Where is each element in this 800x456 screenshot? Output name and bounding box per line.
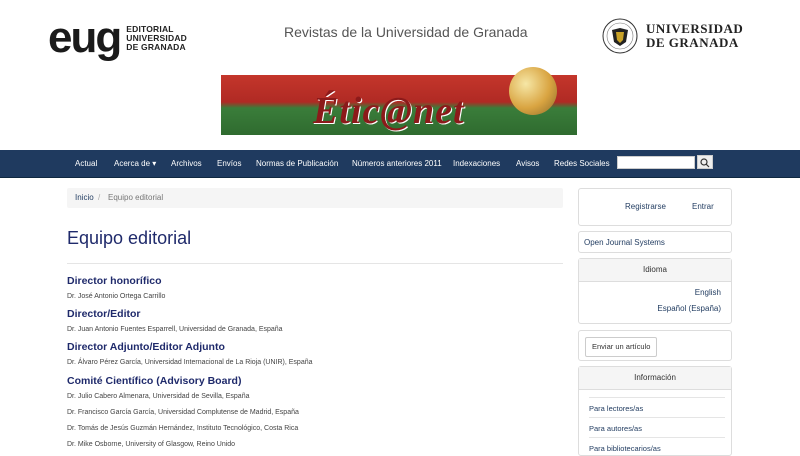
language-spanish-link[interactable]: Español (España) [657,304,721,313]
breadcrumb: Inicio / Equipo editorial [67,188,563,208]
search-button[interactable] [697,155,713,169]
info-link-readers[interactable]: Para lectores/as [589,397,725,413]
globe-icon [509,67,557,115]
section-heading: Director/Editor [67,308,141,320]
banner-title: Étic@net [313,90,465,132]
site-title: Revistas de la Universidad de Granada [284,24,528,40]
member-item: Dr. José Antonio Ortega Carrillo [67,293,166,300]
eug-logo-text: EDITORIAL UNIVERSIDAD DE GRANADA [126,23,187,52]
submit-block: Enviar un artículo [578,330,732,361]
nav-item-actual[interactable]: Actual [75,150,97,177]
breadcrumb-home[interactable]: Inicio [75,188,94,208]
member-item: Dr. Tomás de Jesús Guzmán Hernández, Ins… [67,425,299,432]
nav-item-numeros[interactable]: Números anteriores 2011 [352,150,442,177]
nav-item-indexaciones[interactable]: Indexaciones [453,150,500,177]
member-item: Dr. Julio Cabero Almenara, Universidad d… [67,393,250,400]
member-item: Dr. Juan Antonio Fuentes Esparrell, Univ… [67,326,283,333]
member-item: Dr. Álvaro Pérez García, Universidad Int… [67,359,313,366]
language-block-title: Idioma [579,259,731,282]
language-english-link[interactable]: English [695,288,721,297]
section-heading: Director honorífico [67,275,162,287]
ugr-seal-icon [602,18,638,54]
breadcrumb-current: Equipo editorial [108,193,164,202]
nav-item-avisos[interactable]: Avisos [516,150,539,177]
page-title: Equipo editorial [67,228,192,248]
main-navbar: Actual Acerca de ▾ Archivos Envíos Norma… [0,150,800,178]
title-divider [67,263,563,264]
breadcrumb-separator: / [98,193,101,202]
info-block: Información Para lectores/as Para autore… [578,366,732,456]
ugr-logo[interactable]: UNIVERSIDAD DE GRANADA [602,18,743,54]
nav-item-acerca[interactable]: Acerca de ▾ [114,150,156,177]
ugr-logo-text: UNIVERSIDAD DE GRANADA [646,21,744,50]
eug-logo-mark: eug [48,13,122,62]
journal-banner[interactable]: Étic@net [221,67,581,139]
search-input[interactable] [617,156,695,169]
member-item: Dr. Mike Osborne, University of Glasgow,… [67,441,236,448]
user-block: Registrarse Entrar [578,188,732,226]
section-heading: Comité Científico (Advisory Board) [67,375,242,387]
nav-item-redes[interactable]: Redes Sociales [554,150,610,177]
submit-article-button[interactable]: Enviar un artículo [585,337,658,357]
member-item: Dr. Francisco García García, Universidad… [67,409,299,416]
info-link-authors[interactable]: Para autores/as [589,417,725,433]
login-link[interactable]: Entrar [692,202,714,211]
register-link[interactable]: Registrarse [625,202,666,211]
eug-logo[interactable]: eug EDITORIAL UNIVERSIDAD DE GRANADA [48,13,187,62]
section-heading: Director Adjunto/Editor Adjunto [67,341,225,353]
info-block-title: Información [579,367,731,390]
nav-item-normas[interactable]: Normas de Publicación [256,150,338,177]
nav-item-archivos[interactable]: Archivos [171,150,202,177]
search-icon [700,158,710,168]
site-header: eug EDITORIAL UNIVERSIDAD DE GRANADA Rev… [0,0,800,150]
ojs-link[interactable]: Open Journal Systems [584,238,665,247]
nav-item-envios[interactable]: Envíos [217,150,241,177]
ojs-block: Open Journal Systems [578,231,732,253]
language-block: Idioma English Español (España) [578,258,732,324]
